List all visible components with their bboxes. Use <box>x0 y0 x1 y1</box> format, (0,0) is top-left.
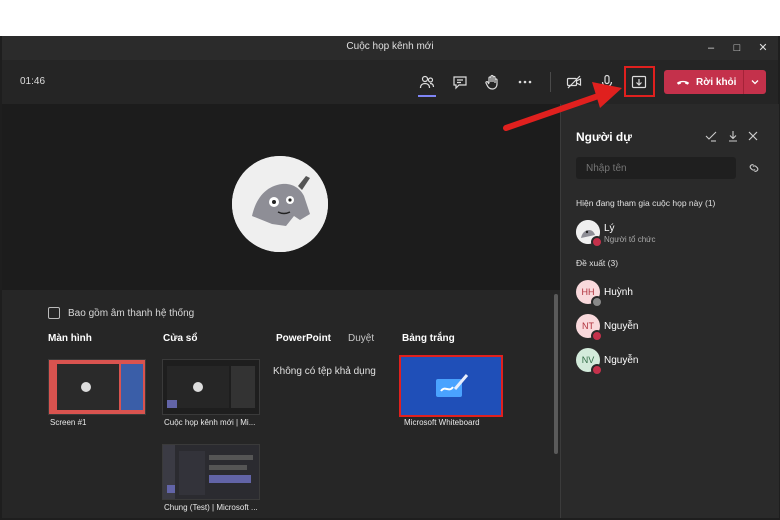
maximize-icon[interactable]: □ <box>728 39 746 57</box>
mute-all-icon[interactable] <box>703 128 719 144</box>
suggested-header[interactable]: Đề xuất (3) <box>576 258 618 268</box>
whiteboard-icon <box>436 374 469 397</box>
in-meeting-header[interactable]: Hiện đang tham gia cuộc họp này (1) <box>576 198 715 208</box>
include-audio-label: Bao gồm âm thanh hệ thống <box>68 307 195 319</box>
meeting-timer: 01:46 <box>20 76 46 87</box>
no-files-message: Không có tệp khả dụng <box>273 366 376 377</box>
leave-label: Rời khỏi <box>696 76 737 88</box>
participant-name: Nguyễn <box>604 355 639 366</box>
participants-icon[interactable] <box>415 70 439 94</box>
chat-icon[interactable] <box>448 70 472 94</box>
close-icon[interactable]: ✕ <box>754 39 772 57</box>
share-invite-icon[interactable] <box>746 160 762 176</box>
participant-name: Huỳnh <box>604 287 633 298</box>
leave-button[interactable]: Rời khỏi <box>664 70 766 94</box>
download-icon[interactable] <box>725 128 741 144</box>
whiteboard-tile[interactable] <box>399 355 503 417</box>
window-thumbnail-meeting[interactable] <box>162 359 260 415</box>
presenter-avatar <box>232 156 328 252</box>
close-panel-icon[interactable] <box>745 128 761 144</box>
screen-caption: Screen #1 <box>50 418 87 427</box>
active-tab-indicator <box>418 95 436 97</box>
whiteboard-caption: Microsoft Whiteboard <box>404 418 480 427</box>
status-badge <box>591 330 603 342</box>
window-frame-top <box>0 0 780 36</box>
participant-search[interactable] <box>576 157 736 179</box>
participant-name: Nguyễn <box>604 321 639 332</box>
section-whiteboard: Bảng trắng <box>402 333 455 344</box>
window-caption-channel: Chung (Test) | Microsoft ... <box>164 503 258 512</box>
section-screen: Màn hình <box>48 333 92 344</box>
participant-name: Lý <box>604 223 615 234</box>
share-tray-scrollbar[interactable] <box>554 294 558 454</box>
minimize-icon[interactable]: – <box>702 39 720 57</box>
status-badge <box>591 364 603 376</box>
window-caption-meeting: Cuộc họp kênh mới | Mi... <box>164 418 256 427</box>
title-bar: Cuộc họp kênh mới – □ ✕ <box>2 36 778 60</box>
participant-role: Người tổ chức <box>604 235 656 244</box>
section-window: Cửa sổ <box>163 333 198 344</box>
status-badge <box>591 236 603 248</box>
tab-powerpoint[interactable]: PowerPoint <box>276 333 331 344</box>
include-audio-checkbox[interactable] <box>48 307 60 319</box>
hang-up-icon <box>676 80 690 85</box>
participant-search-input[interactable] <box>584 162 728 175</box>
chevron-down-icon[interactable] <box>743 70 766 94</box>
screen-thumbnail[interactable] <box>48 359 146 415</box>
browse-link[interactable]: Duyệt <box>348 333 374 344</box>
window-thumbnail-channel[interactable] <box>162 444 260 500</box>
annotation-arrow <box>503 82 622 131</box>
status-badge <box>591 296 603 308</box>
meeting-toolbar: 01:46 Rời khỏi <box>2 60 778 104</box>
window-title: Cuộc họp kênh mới <box>346 41 434 52</box>
include-audio-option[interactable]: Bao gồm âm thanh hệ thống <box>48 307 194 319</box>
